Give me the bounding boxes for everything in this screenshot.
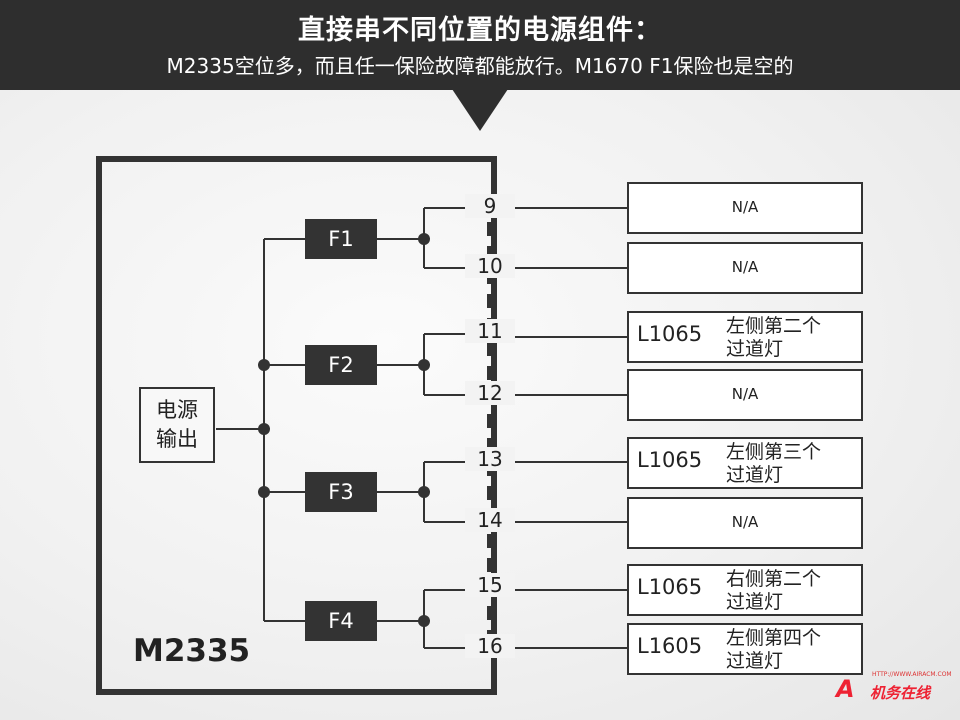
logo-mark-icon: A — [836, 675, 855, 703]
load-box-pin-9: N/A — [627, 182, 863, 234]
model-label: M2335 — [133, 633, 251, 669]
load-part-number: L1065 — [637, 448, 703, 472]
power-source-line2: 输出 — [156, 427, 198, 451]
load-part-number: L1065 — [637, 575, 703, 599]
load-description-line2: 过道灯 — [726, 338, 784, 360]
power-source-line1: 电源 — [156, 398, 198, 422]
load-box-pin-15: L1065 右侧第二个 过道灯 — [627, 564, 863, 616]
load-description: 左侧第二个 过道灯 — [726, 315, 821, 361]
pin-12: 12 — [465, 381, 515, 405]
bus-junction — [258, 359, 270, 371]
load-description-line1: 左侧第三个 — [726, 441, 822, 463]
load-part-number: L1605 — [637, 634, 703, 658]
load-description-line2: 过道灯 — [726, 464, 784, 486]
watermark-logo: A HTTP://WWW.AIRACM.COM 机务在线 — [836, 671, 956, 711]
pin-9: 9 — [465, 194, 515, 218]
pin-11: 11 — [465, 319, 515, 343]
pin-10: 10 — [465, 254, 515, 278]
fuse-f4: F4 — [305, 601, 377, 641]
load-description-line1: 左侧第二个 — [726, 315, 822, 337]
load-description-line2: 过道灯 — [726, 591, 784, 613]
load-description-line1: 右侧第二个 — [726, 568, 822, 590]
logo-text: 机务在线 — [870, 684, 931, 702]
fork-junction — [418, 233, 430, 245]
power-source-box: 电源 输出 — [139, 387, 215, 463]
load-box-pin-14: N/A — [627, 497, 863, 549]
load-description-line2: 过道灯 — [726, 650, 784, 672]
load-na-label: N/A — [731, 513, 759, 531]
load-box-pin-11: L1065 左侧第二个 过道灯 — [627, 311, 863, 363]
pin-14: 14 — [465, 508, 515, 532]
pin-16: 16 — [465, 634, 515, 658]
load-na-label: N/A — [731, 258, 759, 276]
fork-junction — [418, 615, 430, 627]
load-box-pin-10: N/A — [627, 242, 863, 294]
load-description: 左侧第四个 过道灯 — [726, 627, 821, 673]
load-box-pin-16: L1605 左侧第四个 过道灯 — [627, 623, 863, 675]
pin-13: 13 — [465, 447, 515, 471]
load-description: 右侧第二个 过道灯 — [726, 568, 821, 614]
load-na-label: N/A — [731, 385, 759, 403]
load-description: 左侧第三个 过道灯 — [726, 441, 821, 487]
fuse-f3: F3 — [305, 472, 377, 512]
fork-junction — [418, 359, 430, 371]
load-box-pin-12: N/A — [627, 369, 863, 421]
bus-junction — [258, 486, 270, 498]
load-box-pin-13: L1065 左侧第三个 过道灯 — [627, 437, 863, 489]
load-description-line1: 左侧第四个 — [726, 627, 822, 649]
bus-junction — [258, 423, 270, 435]
logo-url: HTTP://WWW.AIRACM.COM — [872, 671, 952, 678]
pin-15: 15 — [465, 573, 515, 597]
load-na-label: N/A — [731, 198, 759, 216]
fuse-f2: F2 — [305, 345, 377, 385]
fork-junction — [418, 486, 430, 498]
load-part-number: L1065 — [637, 322, 703, 346]
fuse-f1: F1 — [305, 219, 377, 259]
